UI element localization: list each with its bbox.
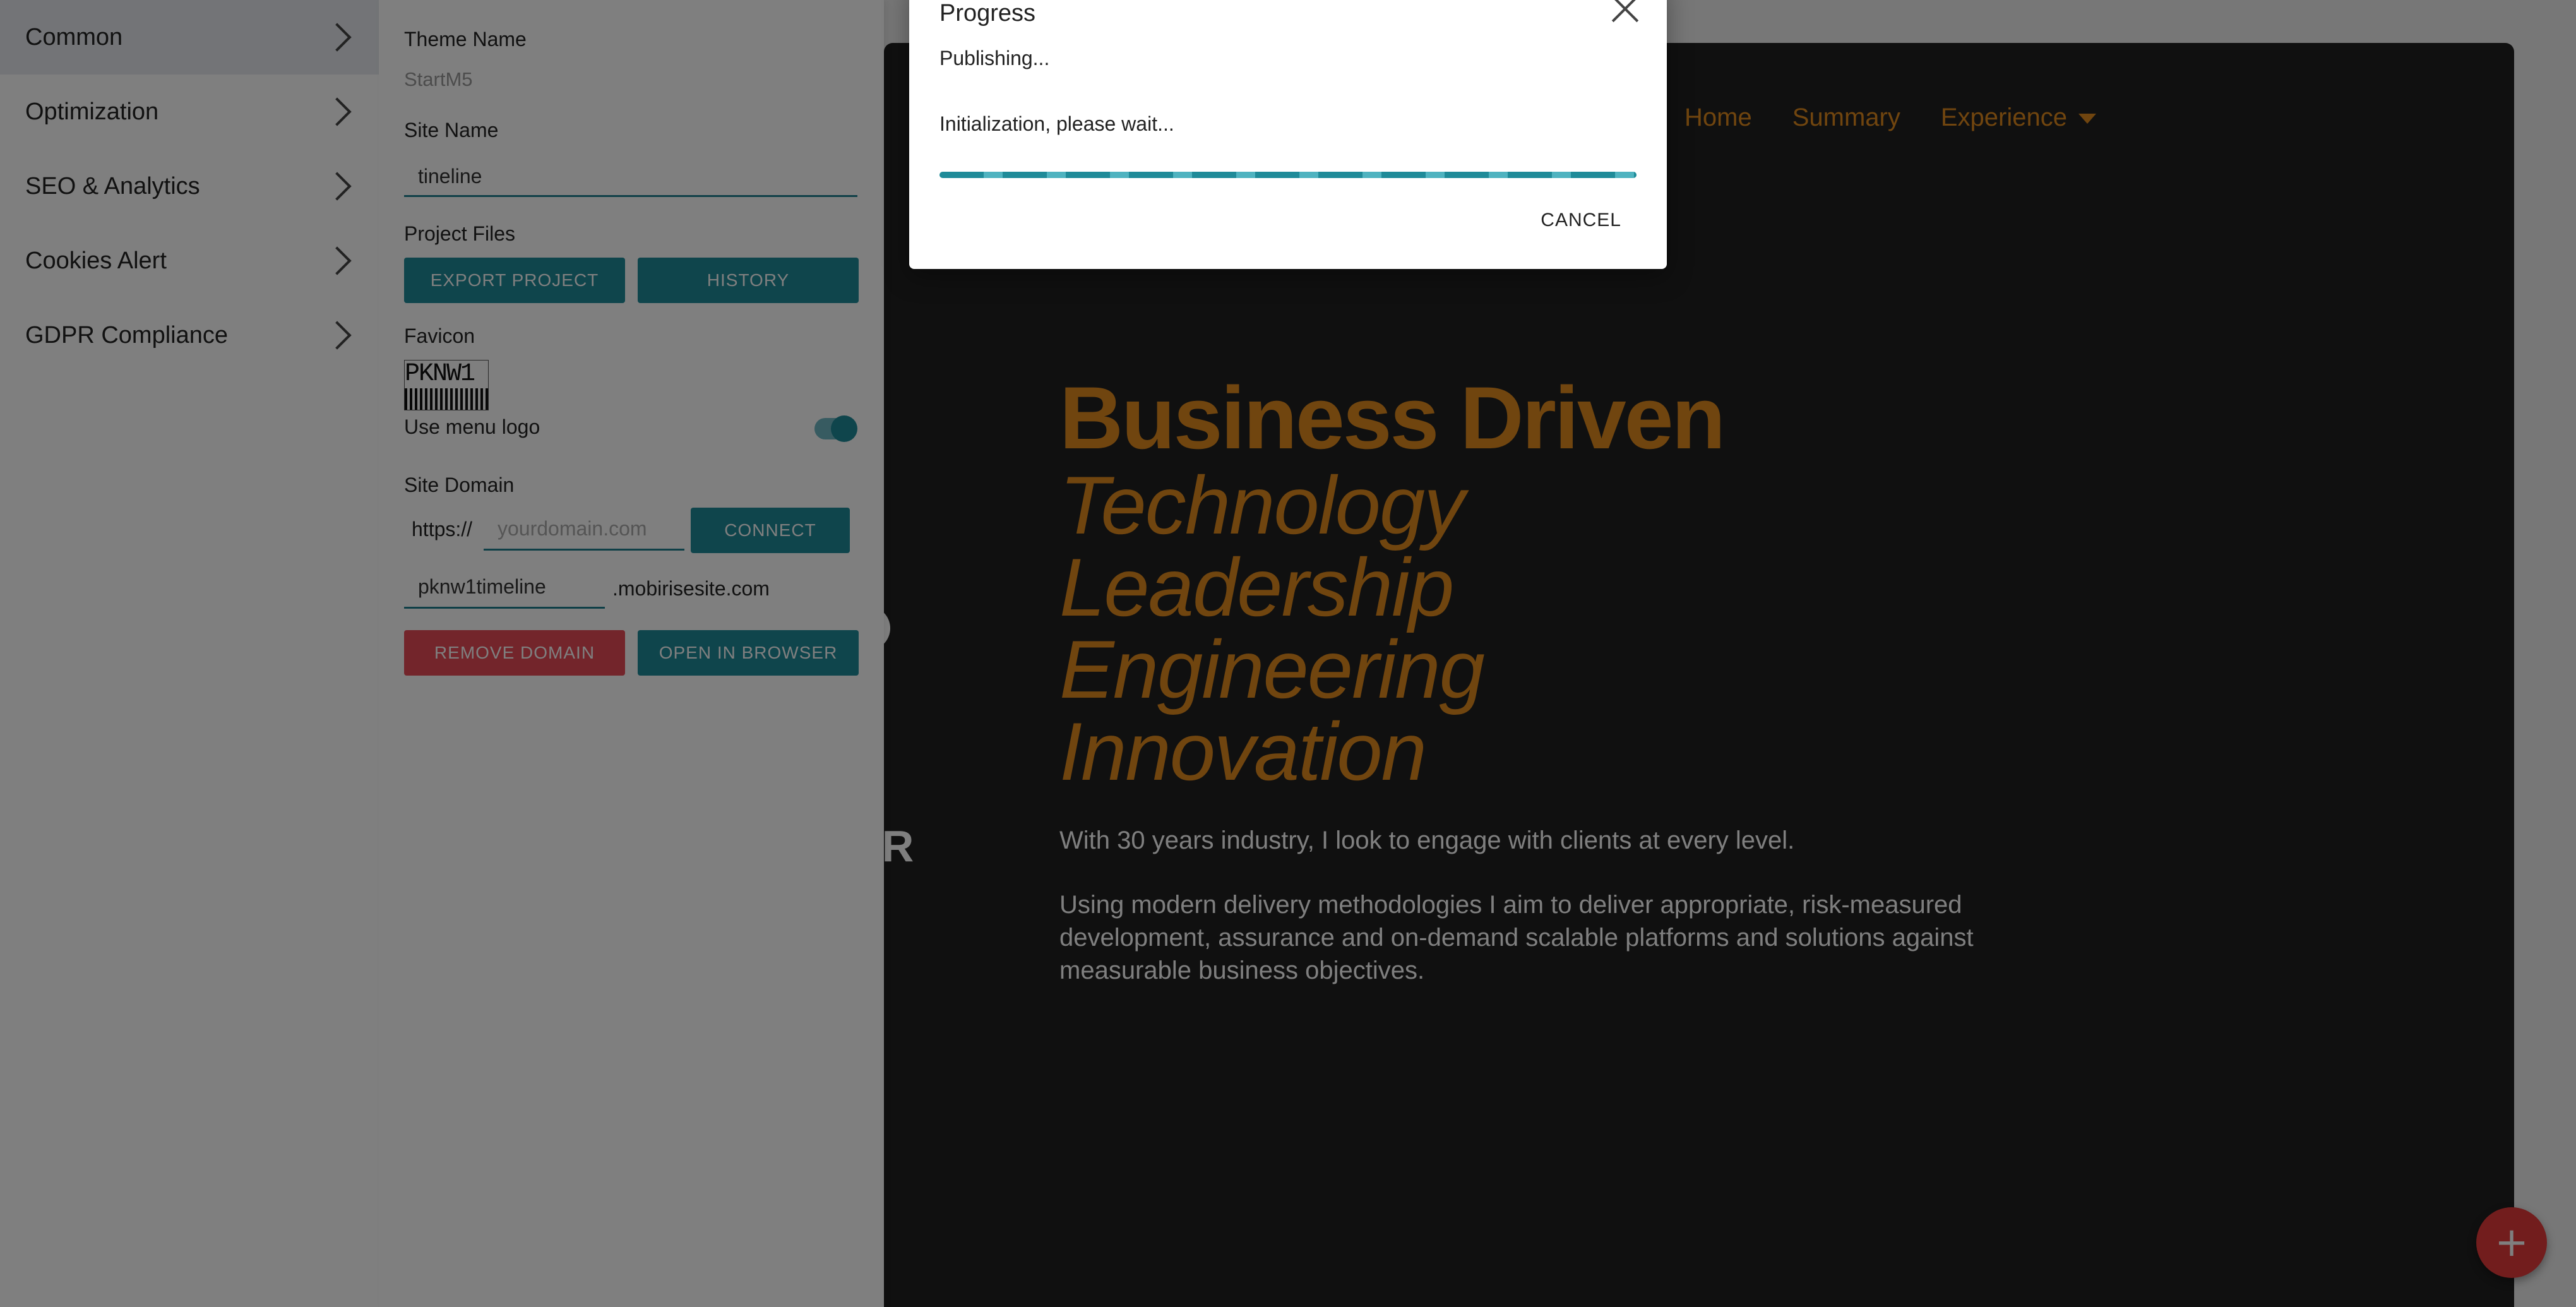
progress-bar-fill bbox=[939, 172, 1637, 178]
progress-bar bbox=[939, 172, 1637, 178]
dialog-status: Publishing... bbox=[939, 47, 1050, 69]
close-icon[interactable] bbox=[1611, 0, 1639, 23]
dialog-message: Initialization, please wait... bbox=[939, 112, 1174, 135]
cancel-button[interactable]: CANCEL bbox=[1541, 210, 1621, 231]
progress-dialog: Progress Publishing... Initialization, p… bbox=[909, 0, 1667, 269]
dialog-title: Progress bbox=[939, 0, 1036, 27]
